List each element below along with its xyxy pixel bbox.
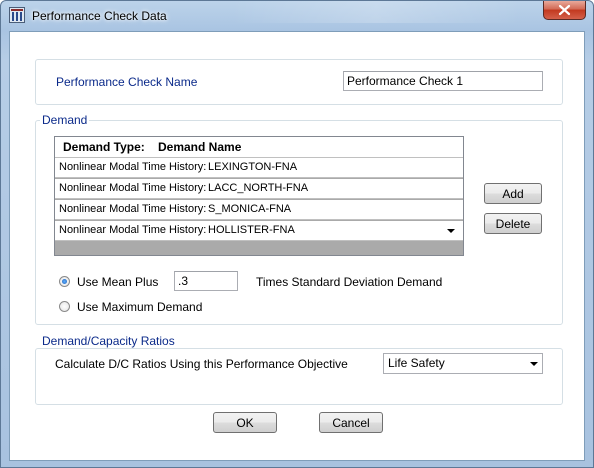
column-header-demand-name: Demand Name	[158, 140, 242, 154]
demand-type-cell: Nonlinear Modal Time History:	[59, 203, 207, 215]
use-mean-plus-label[interactable]: Use Mean Plus	[77, 275, 158, 289]
row-dropdown-arrow-icon[interactable]	[447, 229, 455, 233]
performance-objective-value: Life Safety	[388, 356, 445, 370]
use-max-demand-radio[interactable]	[59, 301, 70, 312]
demand-name-cell: HOLLISTER-FNA	[208, 224, 295, 236]
delete-button[interactable]: Delete	[484, 213, 542, 234]
demand-name-cell: S_MONICA-FNA	[208, 203, 292, 215]
check-name-label: Performance Check Name	[56, 75, 198, 89]
demand-type-cell: Nonlinear Modal Time History:	[59, 182, 207, 194]
dialog-body: Performance Check Name Demand Demand Typ…	[9, 31, 585, 461]
title-bar-glass	[231, 1, 521, 23]
close-icon	[558, 4, 571, 16]
title-bar[interactable]: Performance Check Data	[1, 1, 593, 30]
demand-group-label: Demand	[40, 113, 90, 127]
ok-button[interactable]: OK	[213, 412, 277, 433]
dialog-window: Performance Check Data Performance Check…	[0, 0, 594, 468]
dc-ratios-group-label: Demand/Capacity Ratios	[40, 334, 177, 348]
table-row[interactable]: Nonlinear Modal Time History: HOLLISTER-…	[55, 221, 463, 241]
table-row[interactable]: Nonlinear Modal Time History: LEXINGTON-…	[55, 158, 463, 178]
mean-plus-input[interactable]	[174, 271, 238, 291]
table-row[interactable]: Nonlinear Modal Time History: LACC_NORTH…	[55, 179, 463, 199]
table-row[interactable]: Nonlinear Modal Time History: S_MONICA-F…	[55, 200, 463, 220]
check-name-input[interactable]	[343, 71, 543, 91]
use-mean-plus-radio[interactable]	[59, 276, 70, 287]
window-title: Performance Check Data	[32, 9, 167, 23]
chevron-down-icon	[530, 362, 538, 366]
use-max-demand-label[interactable]: Use Maximum Demand	[77, 300, 202, 314]
demand-type-cell: Nonlinear Modal Time History:	[59, 224, 207, 236]
demand-table-header: Demand Type: Demand Name	[55, 137, 463, 158]
column-header-demand-type: Demand Type:	[63, 140, 145, 154]
performance-objective-select[interactable]: Life Safety	[383, 353, 543, 374]
close-button[interactable]	[543, 1, 586, 20]
demand-name-cell: LACC_NORTH-FNA	[208, 182, 309, 194]
app-icon	[9, 7, 25, 23]
demand-name-cell: LEXINGTON-FNA	[208, 161, 298, 173]
times-std-label: Times Standard Deviation Demand	[256, 275, 443, 289]
demand-table[interactable]: Demand Type: Demand Name Nonlinear Modal…	[54, 136, 464, 256]
cancel-button[interactable]: Cancel	[319, 412, 383, 433]
dc-calc-label: Calculate D/C Ratios Using this Performa…	[55, 357, 348, 371]
add-button[interactable]: Add	[484, 183, 542, 204]
demand-type-cell: Nonlinear Modal Time History:	[59, 161, 207, 173]
